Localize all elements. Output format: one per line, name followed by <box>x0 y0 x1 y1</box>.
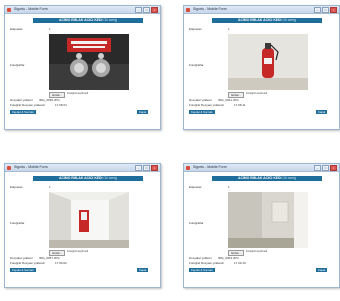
close-form-button[interactable]: Kapat <box>137 268 149 272</box>
window-title: Sigortu - Mobile Form <box>14 165 48 169</box>
title-bar: Sigortu - Mobile Form – □ × <box>184 6 339 14</box>
window-title: Sigortu - Mobile Form <box>193 165 227 169</box>
form-subtitle: Oti Icerig <box>282 176 296 180</box>
browse-note: Fotoğraf seçilmedi <box>246 250 268 253</box>
meta-label-1: Dosyalar yüklemi <box>189 256 212 260</box>
form-window-3: Sigortu - Mobile Form – □ × ACIMO EMLAK … <box>4 163 161 288</box>
form-window-2: Sigortu - Mobile Form – □ × ACIMO EMLAK … <box>183 5 340 130</box>
field-label-tags: Etiquetas <box>189 27 202 31</box>
form-header: ACIMO EMLAK ACICI KEDI Oti Icerig <box>33 176 143 181</box>
title-bar: Sigortu - Mobile Form – □ × <box>184 164 339 172</box>
maximize-button[interactable]: □ <box>143 165 150 171</box>
meta-value-1: IMG_0063.JPG <box>218 256 239 260</box>
field-value-tags: 1 <box>49 27 51 31</box>
title-bar: Sigortu - Mobile Form – □ × <box>5 6 160 14</box>
field-label-photos: Fotoğraflar <box>189 63 204 67</box>
save-next-button[interactable]: Kaydet & Sonraki <box>10 110 36 114</box>
form-title: ACIMO EMLAK ACICI KEDI <box>238 18 282 22</box>
field-label-tags: Etiquetas <box>10 27 23 31</box>
minimize-button[interactable]: – <box>135 165 142 171</box>
meta-value-1: IMG_0035.JPG <box>39 98 60 102</box>
window-controls: – □ × <box>135 7 158 13</box>
form-title: ACIMO EMLAK ACICI KEDI <box>59 176 103 180</box>
maximize-button[interactable]: □ <box>322 165 329 171</box>
close-button[interactable]: × <box>151 7 158 13</box>
form-title: ACIMO EMLAK ACICI KEDI <box>59 18 103 22</box>
field-label-photos: Fotoğraflar <box>10 63 25 67</box>
app-icon <box>7 165 11 170</box>
meta-value-2: 17.09.19 <box>234 261 246 265</box>
photo-corridor <box>49 192 129 248</box>
save-next-button[interactable]: Kaydet & Sonraki <box>189 110 215 114</box>
app-icon <box>186 7 190 12</box>
field-label-tags: Etiquetas <box>189 185 202 189</box>
meta-label-2: Fotoğraf Dosyası yüklendi <box>189 261 224 265</box>
meta-value-1: IMG_0041.JPG <box>218 98 239 102</box>
form-header: ACIMO EMLAK ACICI KEDI Oti Icerig <box>212 176 322 181</box>
maximize-button[interactable]: □ <box>143 7 150 13</box>
maximize-button[interactable]: □ <box>322 7 329 13</box>
minimize-button[interactable]: – <box>314 165 321 171</box>
close-button[interactable]: × <box>330 165 337 171</box>
window-controls: – □ × <box>314 165 337 171</box>
form-header: ACIMO EMLAK ACICI KEDI Oti Icerig <box>212 18 322 23</box>
photo-preview <box>49 192 129 248</box>
form-title: ACIMO EMLAK ACICI KEDI <box>238 176 282 180</box>
form-subtitle: Oti Icerig <box>103 176 117 180</box>
photo-preview <box>228 34 308 90</box>
save-next-button[interactable]: Kaydet & Sonraki <box>10 268 36 272</box>
meta-value-2: 17.08.04 <box>55 103 67 107</box>
form-window-1: Sigortu - Mobile Form – □ × ACIMO EMLAK … <box>4 5 161 130</box>
meta-value-2: 17.08.11 <box>234 103 246 107</box>
window-title: Sigortu - Mobile Form <box>14 7 48 11</box>
photo-wall <box>228 192 308 248</box>
meta-value-2: 17.09.02 <box>55 261 67 265</box>
app-icon <box>7 7 11 12</box>
form-subtitle: Oti Icerig <box>103 18 117 22</box>
meta-label-1: Dosyalar yüklemi <box>189 98 212 102</box>
meta-label-1: Dosyalar yüklemi <box>10 256 33 260</box>
photo-preview <box>49 34 129 90</box>
browse-note: Fotoğraf seçilmedi <box>67 92 89 95</box>
field-label-photos: Fotoğraflar <box>189 221 204 225</box>
minimize-button[interactable]: – <box>314 7 321 13</box>
close-form-button[interactable]: Kapat <box>316 268 328 272</box>
form-subtitle: Oti Icerig <box>282 18 296 22</box>
close-button[interactable]: × <box>151 165 158 171</box>
window-controls: – □ × <box>314 7 337 13</box>
close-button[interactable]: × <box>330 7 337 13</box>
close-form-button[interactable]: Kapat <box>316 110 328 114</box>
meta-label-1: Dosyalar yüklemi <box>10 98 33 102</box>
photo-preview <box>228 192 308 248</box>
window-controls: – □ × <box>135 165 158 171</box>
form-window-4: Sigortu - Mobile Form – □ × ACIMO EMLAK … <box>183 163 340 288</box>
save-next-button[interactable]: Kaydet & Sonraki <box>189 268 215 272</box>
meta-value-1: IMG_0057.JPG <box>39 256 60 260</box>
form-header: ACIMO EMLAK ACICI KEDI Oti Icerig <box>33 18 143 23</box>
field-value-tags: 1 <box>49 185 51 189</box>
field-value-tags: 1 <box>228 27 230 31</box>
field-label-photos: Fotoğraflar <box>10 221 25 225</box>
browse-note: Fotoğraf seçilmedi <box>67 250 89 253</box>
field-value-tags: 1 <box>228 185 230 189</box>
app-icon <box>186 165 190 170</box>
meta-label-2: Fotoğraf Dosyası yüklendi <box>189 103 224 107</box>
field-label-tags: Etiquetas <box>10 185 23 189</box>
title-bar: Sigortu - Mobile Form – □ × <box>5 164 160 172</box>
meta-label-2: Fotoğraf Dosyası yüklendi <box>10 261 45 265</box>
browse-note: Fotoğraf seçilmedi <box>246 92 268 95</box>
meta-label-2: Fotoğraf Dosyası yüklendi <box>10 103 45 107</box>
photo-extinguisher <box>228 34 308 90</box>
minimize-button[interactable]: – <box>135 7 142 13</box>
close-form-button[interactable]: Kapat <box>137 110 149 114</box>
photo-valves <box>49 34 129 90</box>
window-title: Sigortu - Mobile Form <box>193 7 227 11</box>
